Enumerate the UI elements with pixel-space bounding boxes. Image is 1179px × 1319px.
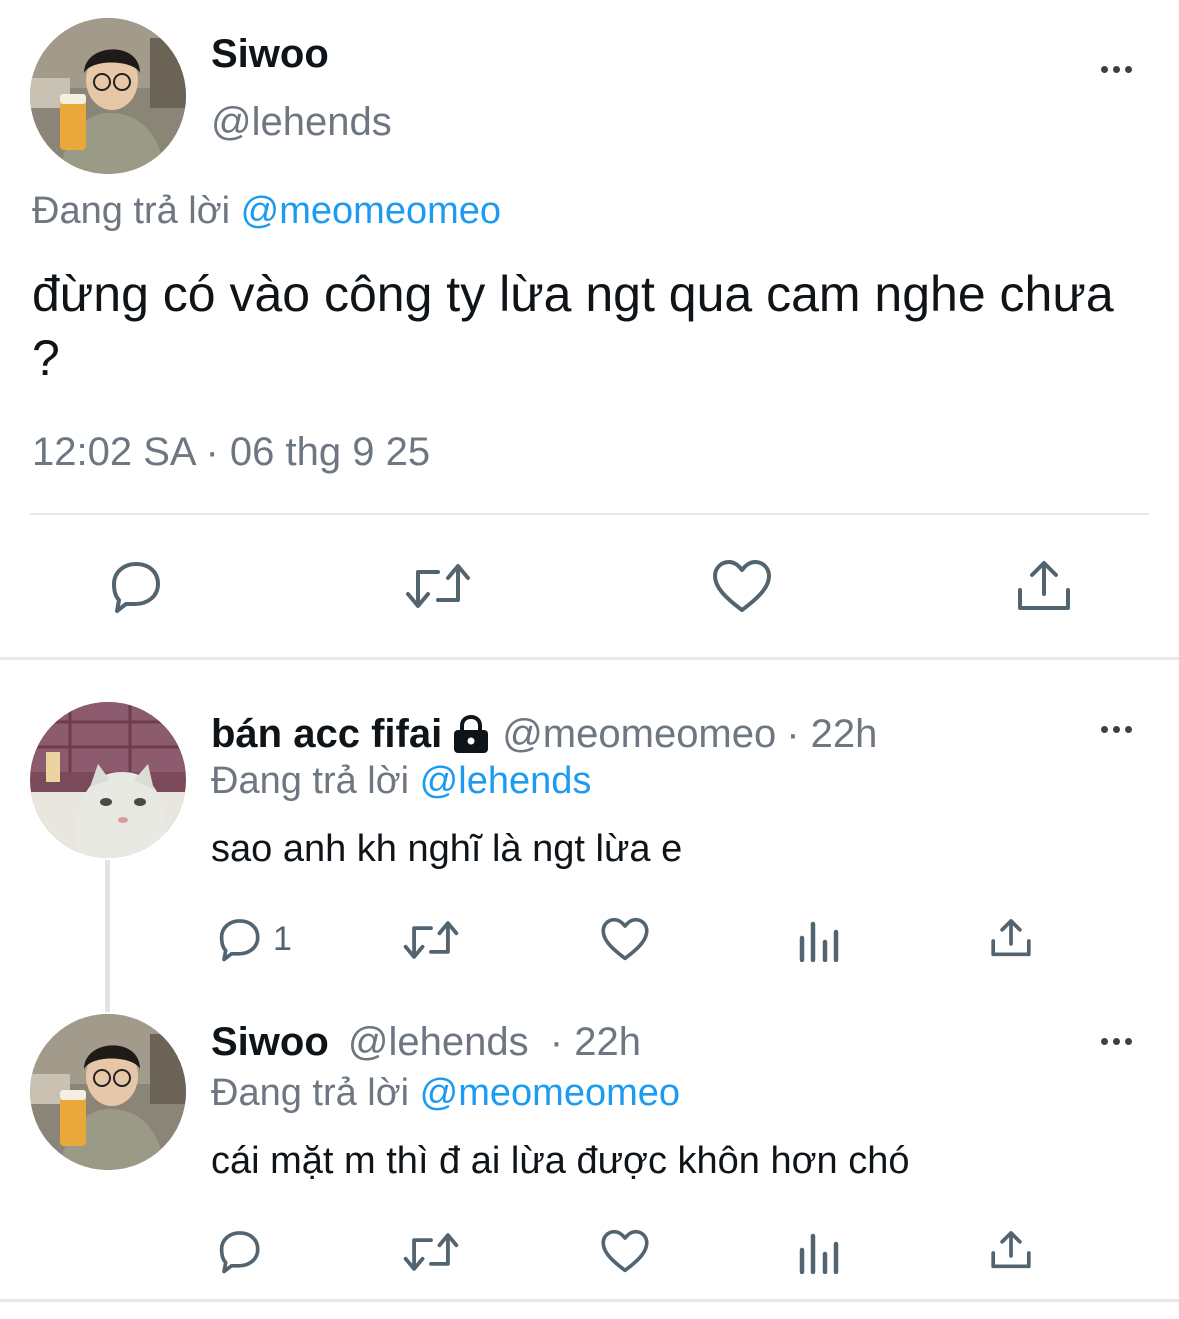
share-button[interactable] <box>988 1228 1034 1272</box>
retweet-button[interactable] <box>404 560 472 612</box>
replying-to-line: Đang trả lời @meomeomeo <box>211 1072 680 1115</box>
replying-to-line: Đang trả lời @meomeomeo <box>32 190 501 233</box>
views-icon <box>799 921 839 962</box>
avatar-cat[interactable] <box>30 702 186 858</box>
thread-connector <box>105 860 110 1012</box>
replying-prefix: Đang trả lời <box>211 1072 410 1114</box>
more-options-icon[interactable] <box>1094 57 1138 81</box>
views-button[interactable] <box>798 1228 840 1274</box>
share-icon <box>991 919 1031 957</box>
tweet-text: đừng có vào công ty lừa ngt qua cam nghe… <box>32 266 1114 386</box>
retweet-icon <box>403 921 459 959</box>
time-ago[interactable]: · 22h <box>786 712 877 757</box>
display-name[interactable]: Siwoo <box>211 1020 329 1064</box>
divider <box>30 513 1149 515</box>
share-button[interactable] <box>988 916 1034 960</box>
handle[interactable]: @meomeomeo <box>502 712 776 757</box>
more-options-icon[interactable] <box>1094 1029 1138 1053</box>
replying-to-handle[interactable]: @lehends <box>420 760 592 802</box>
retweet-button[interactable] <box>402 918 460 962</box>
like-button[interactable] <box>711 558 773 614</box>
section-divider <box>0 657 1179 660</box>
views-icon <box>799 1233 839 1274</box>
handle[interactable]: @lehends <box>211 100 392 145</box>
like-icon <box>713 560 771 612</box>
retweet-icon <box>403 1233 459 1271</box>
section-divider <box>0 1299 1179 1302</box>
like-button[interactable] <box>600 1228 650 1274</box>
reply-header: Siwoo @lehends · 22h <box>211 1020 641 1065</box>
reply-icon <box>219 919 260 962</box>
share-icon <box>1018 561 1070 610</box>
tweet-text: sao anh kh nghĩ là ngt lừa e <box>211 828 683 870</box>
share-button[interactable] <box>1013 558 1075 614</box>
tweet-text: cái mặt m thì đ ai lừa được khôn hơn chó <box>211 1140 910 1182</box>
reply-button[interactable] <box>104 558 164 614</box>
lock-icon <box>454 714 489 753</box>
reply-header: bán acc fifai @meomeomeo · 22h <box>211 712 877 757</box>
avatar-siwoo[interactable] <box>30 1014 186 1170</box>
replying-to-handle[interactable]: @meomeomeo <box>420 1072 680 1114</box>
display-name[interactable]: Siwoo <box>211 32 329 77</box>
share-icon <box>991 1231 1031 1269</box>
replying-to-line: Đang trả lời @lehends <box>211 760 591 803</box>
display-name[interactable]: bán acc fifai <box>211 712 442 757</box>
tweet-timestamp[interactable]: 12:02 SA · 06 thg 9 25 <box>32 430 430 475</box>
retweet-button[interactable] <box>402 1230 460 1274</box>
more-options-icon[interactable] <box>1094 717 1138 741</box>
like-icon <box>601 917 649 961</box>
replying-to-handle[interactable]: @meomeomeo <box>241 190 501 232</box>
views-button[interactable] <box>798 916 840 962</box>
replying-prefix: Đang trả lời <box>32 190 231 232</box>
like-icon <box>601 1229 649 1273</box>
like-button[interactable] <box>600 916 650 962</box>
retweet-icon <box>406 564 470 608</box>
reply-button[interactable]: 1 <box>213 916 292 962</box>
avatar-siwoo[interactable] <box>30 18 186 174</box>
reply-count: 1 <box>273 919 292 958</box>
reply-icon <box>112 562 160 613</box>
reply-icon <box>219 1231 260 1274</box>
handle[interactable]: @lehends <box>348 1020 529 1064</box>
time-ago[interactable]: · 22h <box>550 1020 641 1064</box>
reply-button[interactable] <box>213 1228 273 1274</box>
replying-prefix: Đang trả lời <box>211 760 410 802</box>
